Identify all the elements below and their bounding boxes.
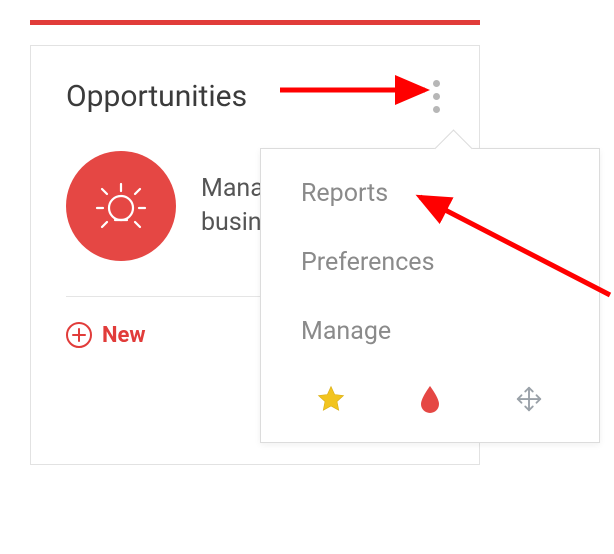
dropdown-actions bbox=[261, 366, 599, 442]
plus-icon bbox=[66, 322, 92, 348]
lightbulb-icon bbox=[66, 151, 176, 261]
more-menu-button[interactable] bbox=[423, 76, 449, 116]
top-accent-bar bbox=[30, 20, 480, 25]
card-menu-dropdown: Reports Preferences Manage bbox=[260, 148, 600, 443]
menu-item-manage[interactable]: Manage bbox=[261, 297, 599, 366]
star-icon[interactable] bbox=[313, 381, 349, 417]
move-icon[interactable] bbox=[511, 381, 547, 417]
menu-item-preferences[interactable]: Preferences bbox=[261, 228, 599, 297]
menu-item-reports[interactable]: Reports bbox=[261, 159, 599, 228]
card-title: Opportunities bbox=[66, 79, 247, 114]
new-button-label: New bbox=[102, 323, 146, 348]
drop-icon[interactable] bbox=[412, 381, 448, 417]
card-header: Opportunities bbox=[31, 46, 479, 126]
